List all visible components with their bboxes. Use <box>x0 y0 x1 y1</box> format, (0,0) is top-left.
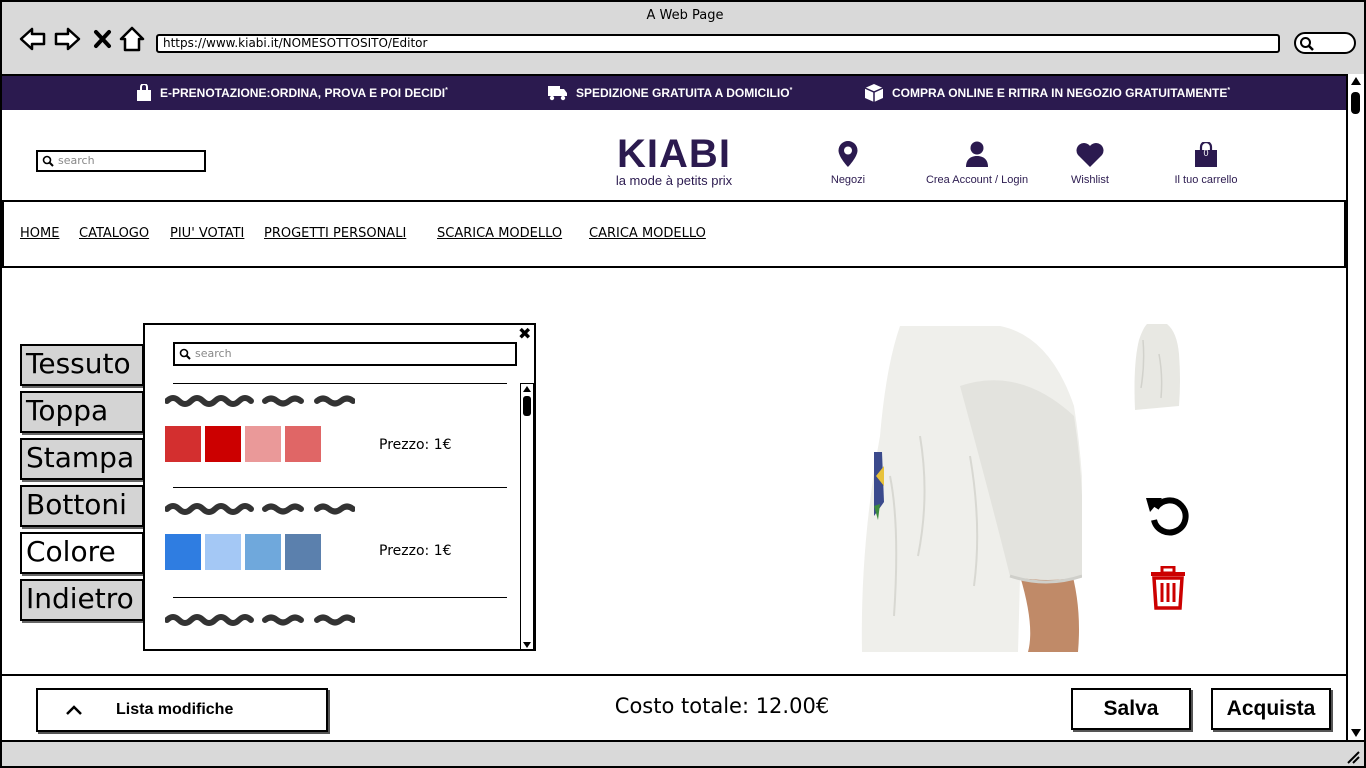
changes-list-button[interactable]: Lista modifiche <box>36 688 328 732</box>
color-swatch[interactable] <box>205 426 241 462</box>
promo-banner: E-PRENOTAZIONE:ORDINA, PROVA E POI DECID… <box>2 76 1346 110</box>
logo-tagline: la mode à petits prix <box>615 173 733 188</box>
chevron-up-icon <box>66 705 82 715</box>
scroll-down-icon[interactable] <box>522 641 532 649</box>
group-title-placeholder <box>165 395 355 407</box>
cart-link[interactable]: 0 Il tuo carrello <box>1162 134 1250 186</box>
account-label: Crea Account / Login <box>925 174 1029 186</box>
promo-footnote-mark: * <box>789 87 793 94</box>
promo-text: E-PRENOTAZIONE:ORDINA, PROVA E POI DECID… <box>160 86 446 100</box>
menu-personal-projects[interactable]: PROGETTI PERSONALI <box>264 226 406 241</box>
color-swatch[interactable] <box>245 426 281 462</box>
home-icon[interactable] <box>118 24 148 54</box>
total-cost: Costo totale: 12.00€ <box>614 694 830 718</box>
tab-print[interactable]: Stampa <box>20 438 144 480</box>
color-popup: ✖ search Prezzo: 1€ Prezzo: 1€ <box>143 323 536 651</box>
group-price: Prezzo: 1€ <box>379 437 452 453</box>
promo-item-reservation: E-PRENOTAZIONE:ORDINA, PROVA E POI DECID… <box>136 76 448 110</box>
color-swatch[interactable] <box>165 426 201 462</box>
page-viewport: E-PRENOTAZIONE:ORDINA, PROVA E POI DECID… <box>2 74 1346 740</box>
popup-scrollbar[interactable] <box>520 383 534 649</box>
group-title-placeholder <box>165 614 355 626</box>
promo-item-shipping: SPEDIZIONE GRATUITA A DOMICILIO* <box>548 76 792 110</box>
browser-search-field[interactable] <box>1294 32 1356 54</box>
popup-search-placeholder: search <box>195 347 232 360</box>
changes-list-label: Lista modifiche <box>116 701 234 718</box>
main-menu: HOME CATALOGO PIU' VOTATI PROGETTI PERSO… <box>2 200 1346 268</box>
heart-icon <box>1076 143 1104 167</box>
window-title: A Web Page <box>646 8 724 23</box>
resize-grip-icon[interactable] <box>1344 748 1360 764</box>
package-icon <box>864 84 884 102</box>
account-link[interactable]: Crea Account / Login <box>912 134 1042 186</box>
divider <box>173 597 507 598</box>
group-price: Prezzo: 1€ <box>379 543 452 559</box>
search-icon <box>1300 37 1314 51</box>
popup-search-input[interactable]: search <box>173 342 517 366</box>
stores-link[interactable]: Negozi <box>818 134 878 186</box>
search-icon <box>179 348 191 360</box>
menu-catalog[interactable]: CATALOGO <box>79 226 149 241</box>
tab-back[interactable]: Indietro <box>20 579 144 621</box>
color-swatch[interactable] <box>165 534 201 570</box>
scroll-up-icon[interactable] <box>1350 76 1362 86</box>
divider <box>173 383 507 384</box>
swatch-row-red <box>165 426 321 462</box>
search-placeholder: search <box>58 154 95 167</box>
promo-text: COMPRA ONLINE E RITIRA IN NEGOZIO GRATUI… <box>892 86 1228 100</box>
menu-home[interactable]: HOME <box>20 226 59 241</box>
menu-top-rated[interactable]: PIU' VOTATI <box>170 226 244 241</box>
wishlist-link[interactable]: Wishlist <box>1060 134 1120 186</box>
promo-item-pickup: COMPRA ONLINE E RITIRA IN NEGOZIO GRATUI… <box>864 76 1230 110</box>
scrollbar-thumb[interactable] <box>1351 92 1360 114</box>
user-icon <box>966 141 988 167</box>
buy-button[interactable]: Acquista <box>1211 688 1331 730</box>
tab-color[interactable]: Colore <box>20 532 144 574</box>
site-search-input[interactable]: search <box>36 150 206 172</box>
tab-buttons[interactable]: Bottoni <box>20 485 144 527</box>
product-preview-image <box>860 326 1082 652</box>
wishlist-label: Wishlist <box>1071 174 1109 186</box>
product-thumbnail[interactable] <box>1133 324 1181 410</box>
undo-icon[interactable] <box>1144 490 1192 542</box>
scroll-down-icon[interactable] <box>1350 728 1362 738</box>
status-bar <box>2 740 1364 766</box>
kiabi-logo[interactable]: KIABI la mode à petits prix <box>598 134 750 188</box>
back-arrow-icon[interactable] <box>18 24 48 54</box>
search-icon <box>42 155 54 167</box>
scrollbar-thumb[interactable] <box>523 396 531 416</box>
scroll-up-icon[interactable] <box>522 385 532 393</box>
color-swatch[interactable] <box>285 534 321 570</box>
truck-icon <box>548 86 567 101</box>
forward-arrow-icon[interactable] <box>52 24 82 54</box>
editor-footer: Lista modifiche Costo totale: 12.00€ Sal… <box>2 674 1346 740</box>
url-bar[interactable]: https://www.kiabi.it/NOMESOTTOSITO/Edito… <box>156 34 1280 53</box>
tab-fabric[interactable]: Tessuto <box>20 344 144 386</box>
group-title-placeholder <box>165 503 355 515</box>
cart-label: Il tuo carrello <box>1174 174 1238 186</box>
color-swatch[interactable] <box>285 426 321 462</box>
menu-upload-model[interactable]: CARICA MODELLO <box>589 226 706 241</box>
logo-wordmark: KIABI <box>617 132 731 176</box>
shopping-bag-icon <box>137 84 151 101</box>
menu-download-model[interactable]: SCARICA MODELLO <box>437 226 562 241</box>
map-pin-icon <box>838 141 858 167</box>
page-scrollbar[interactable] <box>1346 74 1364 740</box>
color-swatch[interactable] <box>245 534 281 570</box>
trash-icon[interactable] <box>1148 565 1188 614</box>
promo-text: SPEDIZIONE GRATUITA A DOMICILIO <box>576 86 790 100</box>
stores-label: Negozi <box>830 174 866 186</box>
promo-footnote-mark: * <box>445 87 448 94</box>
color-swatch[interactable] <box>205 534 241 570</box>
cart-count-badge: 0 <box>1203 148 1209 158</box>
tab-patch[interactable]: Toppa <box>20 391 144 433</box>
save-button[interactable]: Salva <box>1071 688 1191 730</box>
divider <box>173 487 507 488</box>
close-icon[interactable]: ✖ <box>518 325 531 343</box>
promo-footnote-mark: * <box>1227 87 1231 94</box>
swatch-row-blue <box>165 534 321 570</box>
